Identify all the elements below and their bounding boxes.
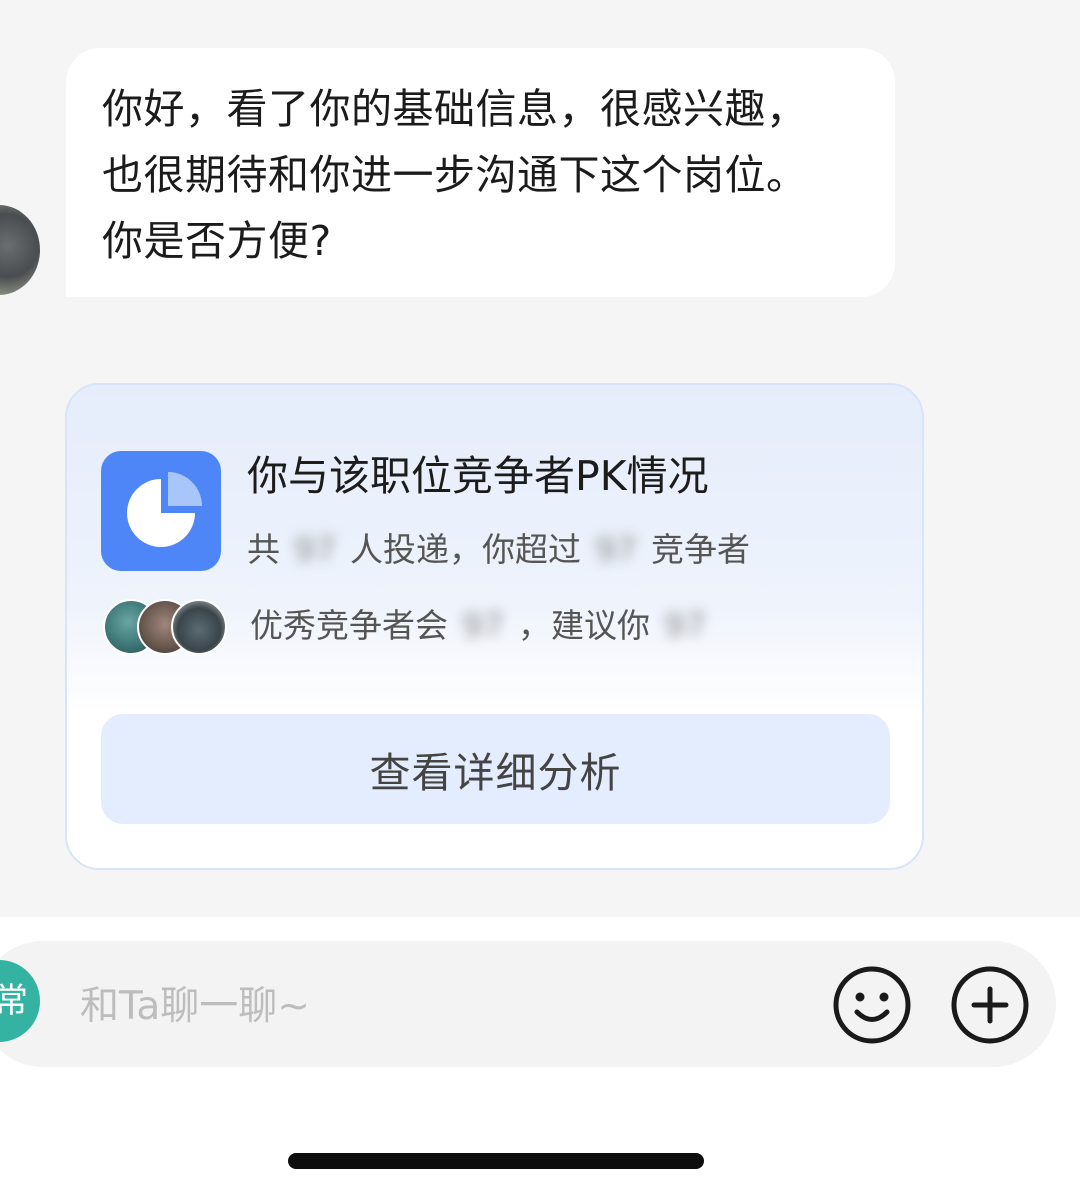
message-text: 你好，看了你的基础信息，很感兴趣， 也很期待和你进一步沟通下这个岗位。 你是否方… (102, 85, 808, 265)
applicant-summary-prefix: 共 (247, 530, 280, 569)
competitor-avatar (171, 599, 227, 655)
sender-avatar[interactable] (0, 205, 40, 295)
competitor-pk-card[interactable]: 你与该职位竞争者PK情况 共 97 人投递，你超过 97 竞争者 优秀竞争者会 … (65, 383, 924, 870)
competitor-avatars (103, 599, 228, 655)
pk-card-title: 你与该职位竞争者PK情况 (247, 452, 709, 500)
home-indicator[interactable] (288, 1153, 704, 1169)
applicant-summary-suffix: 竞争者 (651, 530, 750, 569)
competitor-advice-middle: ，建议你 (518, 606, 650, 645)
view-detailed-analysis-button[interactable]: 查看详细分析 (101, 714, 890, 824)
pie-chart-icon (101, 451, 221, 571)
advice-blurred: 97 (664, 606, 706, 645)
chat-input-bar: 常 (0, 917, 1080, 1192)
competitor-advice: 优秀竞争者会 97 ，建议你 97 (250, 601, 720, 651)
applicant-summary: 共 97 人投递，你超过 97 竞争者 (247, 525, 750, 575)
applicant-count-blurred: 97 (294, 530, 336, 569)
message-bubble: 你好，看了你的基础信息，很感兴趣， 也很期待和你进一步沟通下这个岗位。 你是否方… (66, 48, 895, 297)
exceeded-count-blurred: 97 (595, 530, 637, 569)
competitor-advice-prefix: 优秀竞争者会 (250, 606, 448, 645)
applicant-summary-middle: 人投递，你超过 (350, 530, 581, 569)
smiley-icon[interactable] (832, 965, 912, 1045)
message-input[interactable] (80, 976, 780, 1036)
competitor-trait-blurred: 97 (462, 606, 504, 645)
plus-circle-icon[interactable] (950, 965, 1030, 1045)
